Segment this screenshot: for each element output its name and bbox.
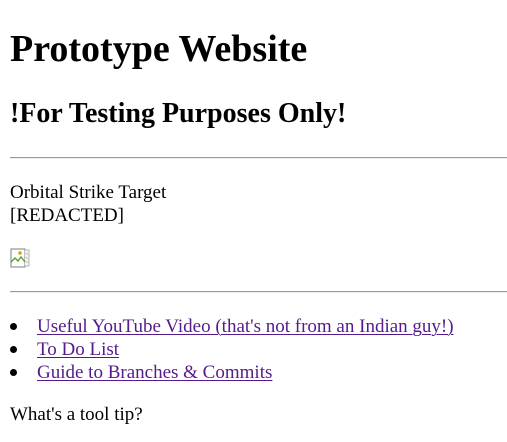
to-do-list-link[interactable]: To Do List	[37, 339, 119, 360]
target-label: Orbital Strike Target	[10, 182, 167, 203]
list-item: Useful YouTube Video (that's not from an…	[10, 315, 454, 338]
list-item: Guide to Branches & Commits	[10, 361, 454, 384]
page: Prototype Website !For Testing Purposes …	[0, 0, 507, 442]
broken-image-icon	[10, 248, 30, 268]
top-divider	[10, 157, 507, 159]
youtube-video-link[interactable]: Useful YouTube Video (that's not from an…	[37, 316, 454, 337]
page-subtitle: !For Testing Purposes Only!	[10, 98, 347, 129]
page-title: Prototype Website	[10, 28, 308, 70]
bullet-icon	[10, 323, 17, 330]
bullet-icon	[10, 369, 17, 376]
target-value: [REDACTED]	[10, 205, 124, 226]
list-item: To Do List	[10, 338, 454, 361]
target-info: Orbital Strike Target [REDACTED]	[10, 181, 166, 227]
branches-commits-guide-link[interactable]: Guide to Branches & Commits	[37, 362, 272, 383]
link-list: Useful YouTube Video (that's not from an…	[10, 315, 454, 384]
tooltip-question: What's a tool tip?	[10, 404, 143, 425]
bullet-icon	[10, 346, 17, 353]
bottom-divider	[10, 291, 507, 293]
